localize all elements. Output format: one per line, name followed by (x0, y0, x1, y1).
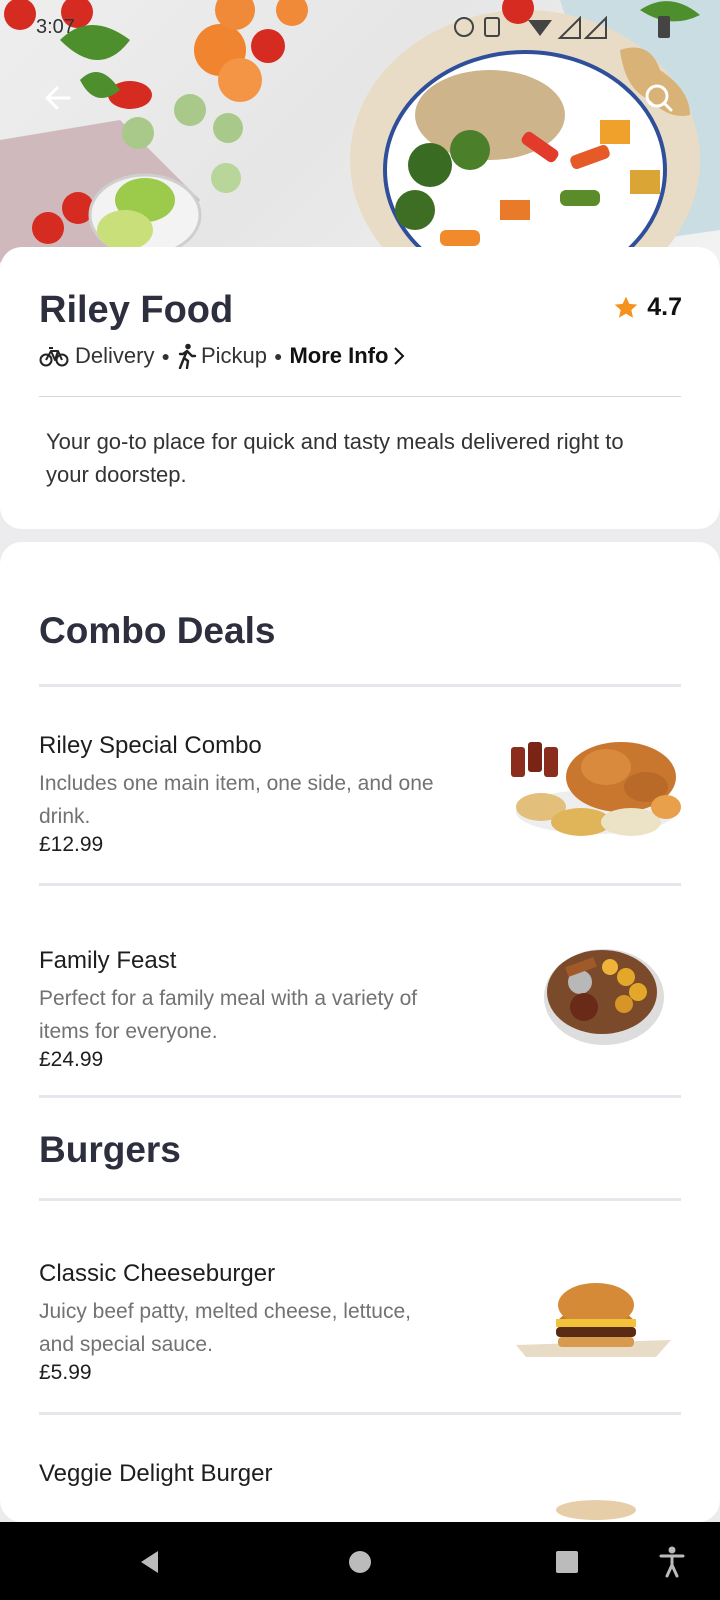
vibrate-icon (484, 17, 500, 37)
accessibility-button[interactable] (650, 1540, 694, 1584)
signal-icon-1 (557, 15, 581, 39)
delivery-label: Delivery (75, 343, 155, 368)
item-price: £24.99 (39, 1048, 104, 1071)
combo-food-image (511, 742, 681, 836)
battery-icon (658, 16, 670, 38)
restaurant-info-card: Riley Food 4.7 Delivery ● Pickup ● More … (0, 247, 720, 529)
back-button[interactable] (36, 76, 80, 120)
hero-banner: 3:07 (0, 0, 720, 262)
alarm-icon (454, 17, 474, 37)
more-info-link[interactable]: More Info (289, 343, 406, 369)
walking-icon (178, 343, 197, 369)
section-title-combo-deals: Combo Deals (39, 610, 276, 651)
item-description: Perfect for a family meal with a variety… (39, 987, 418, 1043)
more-info-label: More Info (289, 343, 389, 368)
restaurant-description: Your go-to place for quick and tasty mea… (46, 429, 624, 487)
status-bar: 3:07 (0, 12, 720, 42)
item-description: Includes one main item, one side, and on… (39, 772, 434, 828)
divider (39, 1095, 681, 1098)
share-icon (571, 83, 593, 112)
service-options: Delivery ● Pickup ● More Info (39, 343, 406, 369)
system-navigation-bar (0, 1522, 720, 1600)
menu-item-classic-cheeseburger[interactable]: Classic Cheeseburger Juicy beef patty, m… (39, 1260, 681, 1450)
menu-item-family-feast[interactable]: Family Feast Perfect for a family meal w… (39, 947, 681, 1137)
arrow-left-icon (45, 86, 71, 110)
item-price: £5.99 (39, 1361, 92, 1384)
share-button[interactable] (560, 76, 604, 120)
divider (39, 1412, 681, 1415)
section-title-burgers: Burgers (39, 1129, 181, 1170)
item-name: Riley Special Combo (39, 732, 262, 759)
star-icon (614, 296, 638, 318)
cheeseburger-image (516, 1283, 671, 1357)
nav-recents-button[interactable] (545, 1540, 589, 1584)
search-button[interactable] (637, 76, 681, 120)
square-recents-icon (556, 1551, 578, 1573)
rating-badge: 4.7 (613, 293, 682, 322)
status-icons (454, 15, 670, 39)
menu-card: Combo Deals Riley Special Combo Includes… (0, 542, 720, 1522)
divider (39, 684, 681, 687)
signal-icon-2 (583, 15, 607, 39)
restaurant-name: Riley Food (39, 289, 234, 331)
circle-home-icon (349, 1551, 371, 1573)
menu-item-veggie-delight-burger[interactable]: Veggie Delight Burger (39, 1460, 681, 1522)
rating-value: 4.7 (647, 293, 682, 321)
bicycle-icon (39, 347, 69, 367)
item-name: Classic Cheeseburger (39, 1260, 276, 1287)
wifi-icon (528, 20, 552, 36)
pickup-label: Pickup (200, 343, 267, 368)
accessibility-icon (659, 1546, 685, 1578)
item-name: Family Feast (39, 947, 177, 974)
menu-item-riley-special-combo[interactable]: Riley Special Combo Includes one main it… (39, 732, 681, 922)
item-description: Juicy beef patty, melted cheese, lettuce… (39, 1300, 411, 1356)
divider (39, 396, 681, 397)
veggie-burger-image (556, 1500, 636, 1520)
family-feast-image (544, 949, 664, 1045)
separator-dot: ● (273, 348, 283, 364)
divider (39, 883, 681, 886)
triangle-back-icon (141, 1551, 158, 1573)
divider (39, 1198, 681, 1201)
separator-dot: ● (161, 348, 170, 364)
search-icon (645, 84, 673, 112)
chevron-right-icon (394, 347, 405, 365)
item-price: £12.99 (39, 833, 104, 856)
item-name: Veggie Delight Burger (39, 1460, 273, 1487)
nav-home-button[interactable] (338, 1540, 382, 1584)
nav-back-button[interactable] (128, 1540, 172, 1584)
